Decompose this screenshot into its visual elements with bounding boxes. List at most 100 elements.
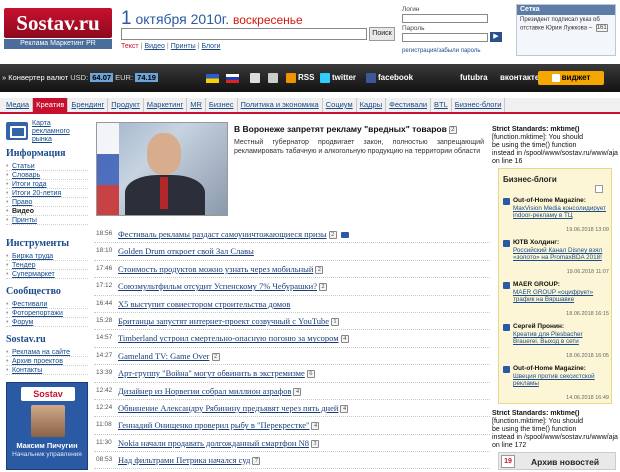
- twitter-link[interactable]: twitter: [320, 73, 356, 83]
- blog-title[interactable]: Креатив для Plesbacher Brauerei. Выход в…: [513, 331, 609, 345]
- blog-entry[interactable]: Out-of-Home Magazine: Швеция против секси…: [503, 365, 609, 405]
- sidebar-item-20-years[interactable]: Итоги 20-летия: [6, 189, 88, 198]
- blog-date: 18.06.2018 16:05: [566, 353, 609, 359]
- news-headline-link[interactable]: Арт-группу "Война" могут обвинить в экст…: [118, 368, 315, 379]
- link-text[interactable]: Текст: [121, 43, 139, 50]
- blog-author: MAER GROUP:: [513, 281, 560, 288]
- sidebar-item-supermarket[interactable]: Супермаркет: [6, 270, 88, 279]
- blog-date: 19.06.2018 11:07: [566, 269, 609, 275]
- currency-converter[interactable]: » Конвертер валют USD: 64.07 EUR: 74.19: [2, 73, 158, 82]
- feature-headline[interactable]: В Воронеже запретят рекламу "вредных" то…: [234, 124, 457, 134]
- home-icon[interactable]: [250, 73, 262, 83]
- news-headline-link[interactable]: Gameland TV: Game Over 2: [118, 351, 220, 361]
- mail-icon[interactable]: [268, 73, 280, 83]
- blog-title[interactable]: Швеция против сексистской рекламы: [513, 373, 609, 387]
- news-archive-button[interactable]: 19 Архив новостей: [498, 452, 616, 470]
- sidebar-item-contacts[interactable]: Контакты: [6, 366, 88, 375]
- nav-marketing[interactable]: Маркетинг: [144, 98, 188, 112]
- blog-title[interactable]: MaxVision Media консолидирует indoor-рек…: [513, 205, 609, 219]
- news-headline-link[interactable]: X5 выступит совиестором строительства до…: [118, 299, 290, 309]
- expand-icon[interactable]: [595, 185, 603, 193]
- link-prints[interactable]: Принты: [171, 43, 196, 50]
- sidebar-item-archive[interactable]: Архив проектов: [6, 357, 88, 366]
- nav-media[interactable]: Медиа: [0, 98, 34, 112]
- news-headline-link[interactable]: Стоимость продуктов можно узнать через м…: [118, 264, 324, 274]
- news-headline-link[interactable]: Nokia начали продавать долгожданный смар…: [118, 438, 319, 448]
- news-headline-link[interactable]: Над фильтрами Петрика начался суд 7: [118, 455, 261, 466]
- blog-entry[interactable]: Out-of-Home Magazine: MaxVision Media кон…: [503, 197, 609, 237]
- widget-button[interactable]: виджет: [538, 71, 604, 85]
- facebook-link[interactable]: facebook: [366, 73, 413, 83]
- business-blogs-title[interactable]: Бизнес-блоги: [503, 175, 557, 184]
- sidebar-item-year-results[interactable]: Итоги года: [6, 180, 88, 189]
- sostav-tv-promo[interactable]: Sostav Максим Пичугин Начальник управлен…: [6, 382, 88, 470]
- news-time: 18:56: [96, 230, 113, 237]
- nav-politics[interactable]: Политика и экономика: [238, 98, 323, 112]
- nav-business-blogs[interactable]: Бизнес-блоги: [452, 98, 506, 112]
- news-item: 14:27 Gameland TV: Game Over 2: [94, 348, 490, 366]
- nav-branding[interactable]: Брендинг: [68, 98, 109, 112]
- blog-entry[interactable]: ЮТВ Холдинг: Российский Канал Disney взял…: [503, 239, 609, 279]
- sidebar-item-job-exchange[interactable]: Биржа труда: [6, 252, 88, 261]
- sidebar-item-forum[interactable]: Форум: [6, 318, 88, 327]
- login-submit-button[interactable]: ▶: [490, 32, 502, 42]
- nav-society[interactable]: Социум: [323, 98, 357, 112]
- blog-title[interactable]: MAER GROUP «оцифрует» трафик на Вяршавке: [513, 289, 609, 303]
- blog-entry[interactable]: MAER GROUP: MAER GROUP «оцифрует» трафик …: [503, 281, 609, 321]
- feature-photo[interactable]: [96, 122, 228, 216]
- news-headline-text: Gameland TV: Game Over: [118, 350, 210, 361]
- sidebar-item-advertising[interactable]: Реклама на сайте: [6, 348, 88, 357]
- news-item: 12:24 Обвинение Александру Рябинину предъ…: [94, 400, 490, 418]
- sidebar-item-photo-reports[interactable]: Фоторепортажи: [6, 309, 88, 318]
- news-headline-text: Nokia начали продавать долгожданный смар…: [118, 437, 309, 448]
- vkontakte-link[interactable]: вконтакте: [500, 73, 539, 82]
- news-headline-text: Дизайнер из Норвегии собрал миллион азра…: [118, 385, 292, 396]
- nav-staff[interactable]: Кадры: [357, 98, 387, 112]
- main-content: В Воронеже запретят рекламу "вредных" то…: [94, 118, 490, 472]
- ukraine-flag-icon[interactable]: [206, 74, 219, 83]
- search-input[interactable]: [121, 28, 367, 40]
- sidebar-item-prints[interactable]: Принты: [6, 216, 88, 225]
- nav-creative[interactable]: Креатив: [33, 98, 69, 112]
- rss-link[interactable]: RSS: [286, 73, 314, 83]
- nav-btl[interactable]: BTL: [431, 98, 452, 112]
- news-headline-link[interactable]: Геннадий Онищенко проверил рыбу в "Перек…: [118, 420, 320, 431]
- sidebar-item-dictionary[interactable]: Словарь: [6, 171, 88, 180]
- news-headline-link[interactable]: Golden Drum откроет свой Зал Славы: [118, 246, 254, 256]
- blog-title[interactable]: Российский Канал Disney взял «золото» на…: [513, 247, 609, 261]
- nav-mr[interactable]: MR: [187, 98, 206, 112]
- promo-logo: Sostav: [21, 387, 75, 401]
- market-map-link[interactable]: Карта рекламного рынка: [6, 120, 90, 146]
- sidebar-item-law[interactable]: Право: [6, 198, 88, 207]
- sidebar-item-tender[interactable]: Тендер: [6, 261, 88, 270]
- link-video[interactable]: Видео: [144, 43, 164, 50]
- nav-festivals[interactable]: Фестивали: [386, 98, 432, 112]
- news-headline-link[interactable]: Timberland устроил смертельно-опасную по…: [118, 333, 349, 344]
- russia-flag-icon[interactable]: [226, 74, 239, 83]
- register-links[interactable]: регистрация/забыли пароль: [402, 48, 480, 54]
- blog-entry[interactable]: Сергей Пронин: Креатив для Plesbacher Bra…: [503, 323, 609, 363]
- futubra-link[interactable]: futubra: [460, 73, 488, 82]
- blog-date: 18.06.2018 16:15: [566, 311, 609, 317]
- search-button[interactable]: Поиск: [369, 27, 395, 41]
- news-headline-link[interactable]: Обвинение Александру Рябинину предъявят …: [118, 403, 349, 413]
- site-logo[interactable]: Sostav.ru Реклама Маркетинг PR: [4, 8, 112, 49]
- news-headline-link[interactable]: Дизайнер из Норвегии собрал миллион азра…: [118, 385, 302, 396]
- content-type-links: Текст | Видео | Принты | Блоги: [121, 43, 221, 50]
- news-headline-link[interactable]: Союзмультфильм отсудит Успенскому 7% Чеб…: [118, 281, 327, 292]
- news-headline-link[interactable]: Фестиваль рекламы раздаст самоуничтожающ…: [118, 229, 349, 240]
- login-form: Логин Пароль ▶ регистрация/забыли пароль: [400, 4, 512, 60]
- sidebar-item-articles[interactable]: Статьи: [6, 162, 88, 171]
- news-headline-link[interactable]: Британцы запустят интернет-проект созвуч…: [118, 316, 340, 326]
- nav-product[interactable]: Продукт: [108, 98, 144, 112]
- nav-business[interactable]: Бизнес: [206, 98, 238, 112]
- password-field[interactable]: [402, 33, 488, 42]
- login-field[interactable]: [402, 14, 488, 23]
- news-item: 15:28 Британцы запустят интернет-проект с…: [94, 313, 490, 331]
- setka-news[interactable]: Президент подписал указ об отставке Юрия…: [517, 15, 615, 35]
- link-blogs[interactable]: Блоги: [202, 43, 221, 50]
- sidebar-item-festivals[interactable]: Фестивали: [6, 300, 88, 309]
- business-blogs-box: Бизнес-блоги Out-of-Home Magazine: MaxVis…: [498, 168, 612, 404]
- news-headline-text: Арт-группу "Война" могут обвинить в экст…: [118, 368, 305, 379]
- sidebar-item-video[interactable]: Видео: [6, 207, 88, 216]
